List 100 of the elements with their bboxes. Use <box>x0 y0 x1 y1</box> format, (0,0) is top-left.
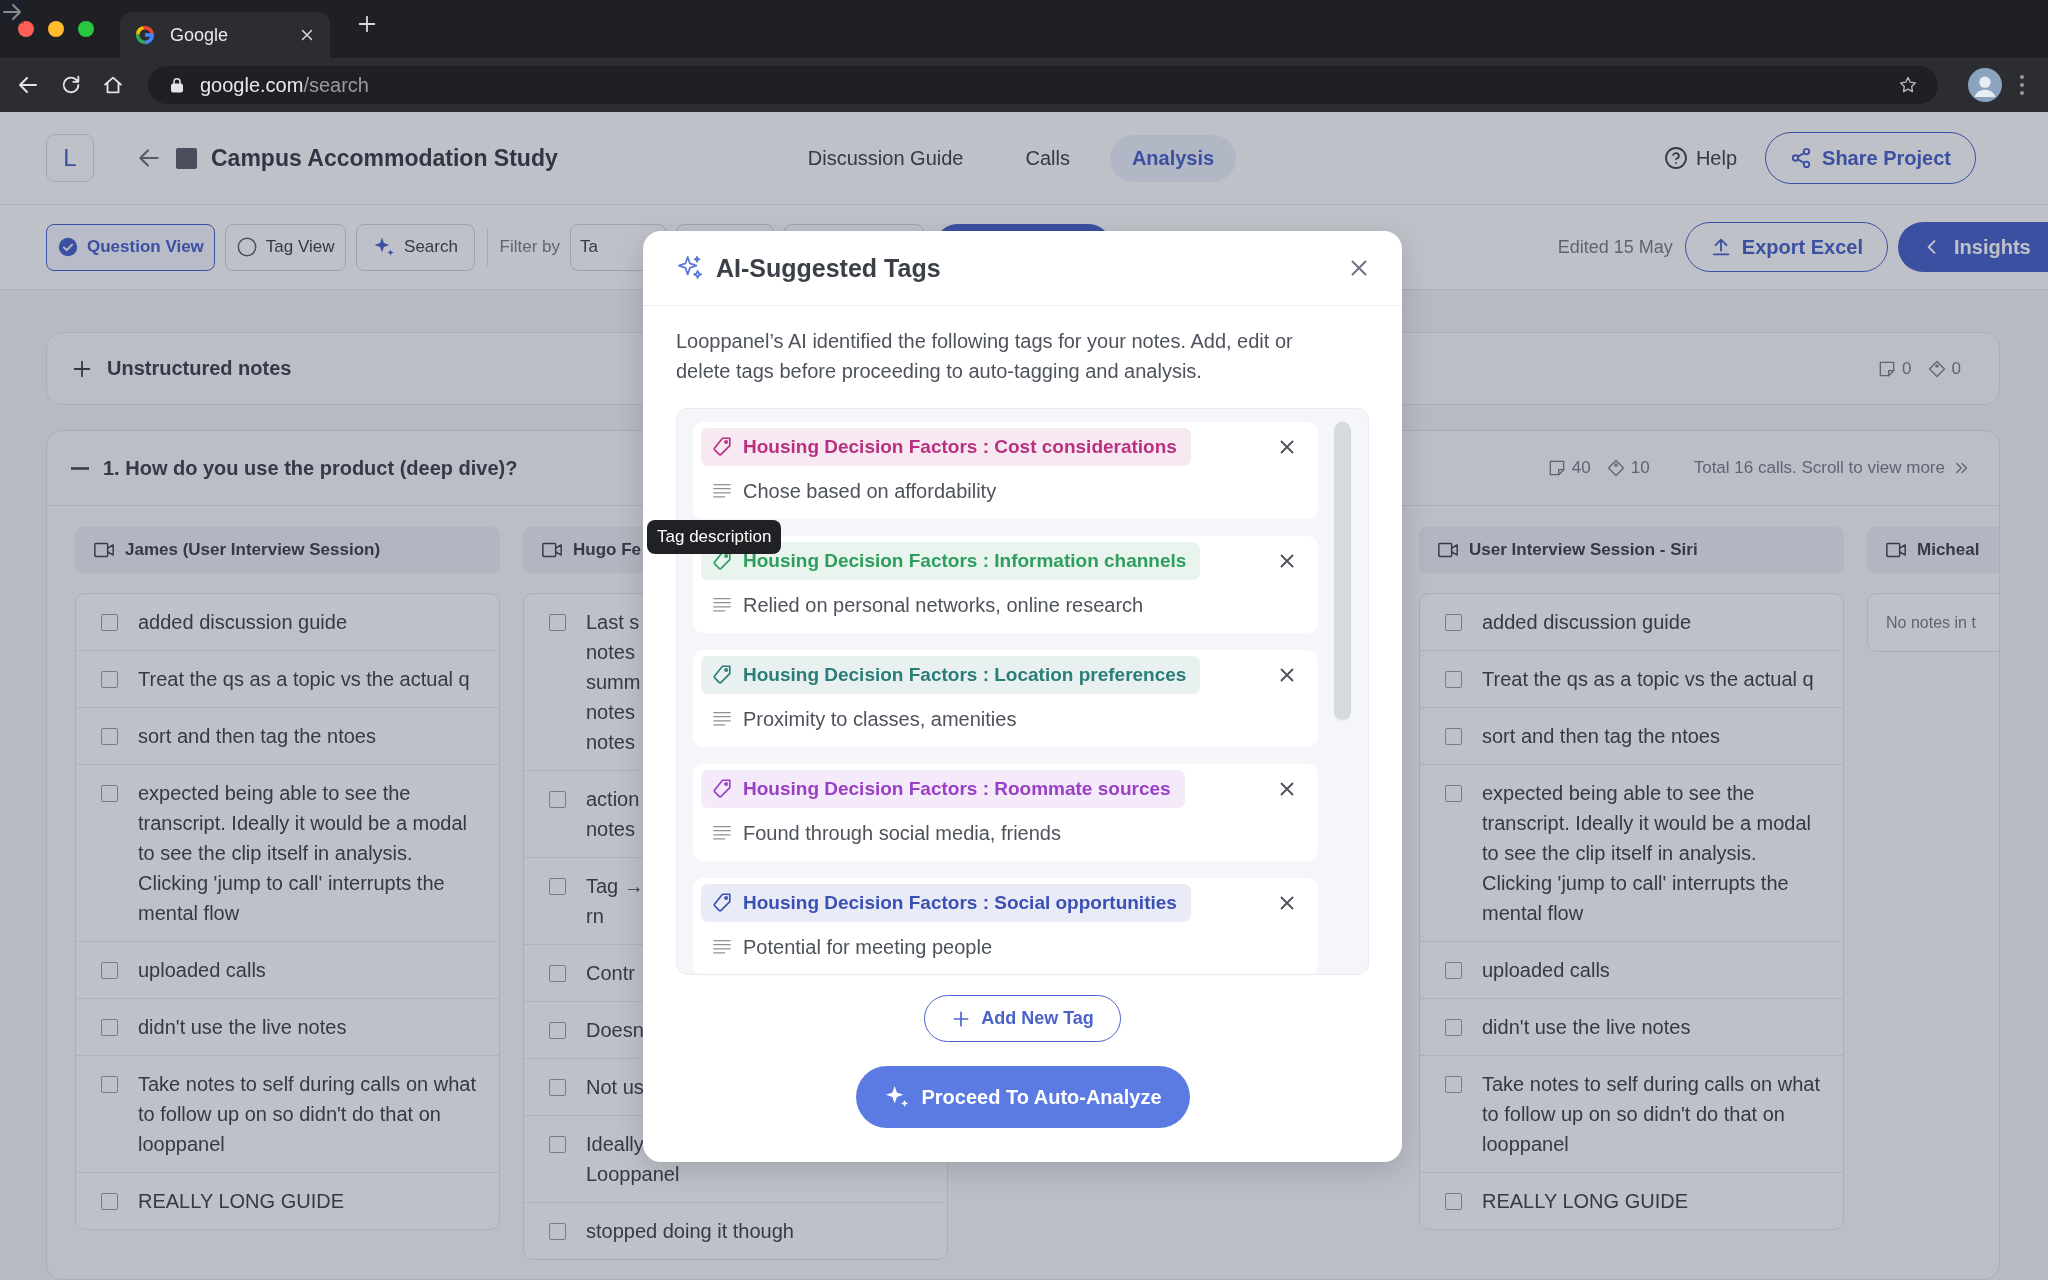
url-field[interactable]: google.com/search <box>148 66 1938 104</box>
section-title: Unstructured notes <box>107 357 292 380</box>
checkbox[interactable] <box>1445 1076 1462 1093</box>
nav-tab[interactable]: Discussion Guide <box>785 134 986 182</box>
add-tag-button[interactable]: Add New Tag <box>924 995 1121 1042</box>
note-text: Take notes to self during calls on what to follow up on so didn't do that on looppanel <box>138 1072 476 1157</box>
maximize-window-button[interactable] <box>78 21 94 37</box>
view-toggle[interactable]: Question View <box>46 223 215 271</box>
avatar-icon <box>1968 68 2002 102</box>
bookmark-star-icon <box>1898 75 1918 95</box>
note-text: Ideally Looppanel <box>586 1132 680 1187</box>
note-text: Treat the qs as a topic vs the actual q <box>1482 667 1814 692</box>
logo[interactable]: L <box>46 134 94 182</box>
nav-tab[interactable]: Analysis <box>1109 134 1237 182</box>
checkbox[interactable] <box>101 728 118 745</box>
tag-description: Chose based on affordability <box>743 479 997 504</box>
call-header[interactable]: James (User Interview Session) <box>75 527 500 573</box>
proceed-button[interactable]: Proceed To Auto-Analyze <box>855 1066 1190 1128</box>
tag-icon <box>711 664 733 686</box>
tag-chip[interactable]: Housing Decision Factors : Location preferences <box>701 656 1201 694</box>
tag-icon <box>1926 358 1947 379</box>
checkbox[interactable] <box>101 785 118 802</box>
share-icon <box>1790 147 1813 169</box>
checkbox[interactable] <box>1445 728 1462 745</box>
minimize-window-button[interactable] <box>48 21 64 37</box>
tag-description: Potential for meeting people <box>743 935 993 960</box>
note-text: sort and then tag the ntoes <box>1482 724 1720 749</box>
url-text: google.com/search <box>200 73 369 97</box>
checkbox[interactable] <box>549 965 566 982</box>
checkbox[interactable] <box>549 1079 566 1096</box>
edited-date: Edited 15 May <box>1557 236 1673 258</box>
checkbox[interactable] <box>549 1136 566 1153</box>
dialog-title: AI-Suggested Tags <box>716 253 941 283</box>
checkbox[interactable] <box>549 878 566 895</box>
scrollbar-thumb[interactable] <box>1334 422 1351 720</box>
note-text: added discussion guide <box>138 610 348 635</box>
call-header[interactable]: Micheal <box>1867 527 1999 573</box>
checkbox[interactable] <box>101 1019 118 1036</box>
sparkle-icon <box>676 254 704 282</box>
tooltip: Tag description <box>647 520 782 554</box>
checkbox[interactable] <box>101 614 118 631</box>
checkbox[interactable] <box>549 1223 566 1240</box>
checkbox[interactable] <box>1445 1019 1462 1036</box>
tags-count: 0 <box>1951 358 1961 379</box>
checkbox[interactable] <box>1445 962 1462 979</box>
checkbox[interactable] <box>1445 614 1462 631</box>
checkbox[interactable] <box>549 614 566 631</box>
tag-icon <box>1605 458 1626 478</box>
note-text: action notes <box>586 787 640 842</box>
tag-chip[interactable]: Housing Decision Factors : Social opportunities <box>701 884 1191 922</box>
checkbox[interactable] <box>1445 785 1462 802</box>
checkbox[interactable] <box>549 1022 566 1039</box>
note-text: didn't use the live notes <box>1482 1015 1691 1040</box>
project-title: Campus Accommodation Study <box>211 144 558 172</box>
call-name: Hugo Fe <box>573 540 641 560</box>
square-icon <box>176 147 197 169</box>
note-text: Treat the qs as a topic vs the actual q <box>138 667 470 692</box>
check-circle-icon <box>57 236 79 258</box>
tag-description: Found through social media, friends <box>743 821 1061 846</box>
checkbox[interactable] <box>1445 1193 1462 1210</box>
tags-count: 10 <box>1630 458 1650 478</box>
browser-tab[interactable]: Google <box>120 12 330 58</box>
call-header[interactable]: User Interview Session - Siri <box>1419 527 1844 573</box>
close-window-button[interactable] <box>18 21 34 37</box>
empty-notes-message: No notes in t <box>1867 593 1999 652</box>
checkbox[interactable] <box>101 1076 118 1093</box>
note-text: REALLY LONG GUIDE <box>1482 1189 1688 1214</box>
tag-icon <box>711 778 733 800</box>
search-button[interactable]: Search <box>355 223 475 271</box>
help-button[interactable]: Help <box>1663 146 1738 170</box>
tag-description: Proximity to classes, amenities <box>743 707 1017 732</box>
tag-chip[interactable]: Housing Decision Factors : Cost considerations <box>701 428 1191 466</box>
note-text: sort and then tag the ntoes <box>138 724 376 749</box>
new-tab-icon <box>356 13 378 35</box>
menu-icon <box>2020 75 2024 95</box>
tag-chip[interactable]: Housing Decision Factors : Roommate sources <box>701 770 1185 808</box>
dialog-description: Looppanel’s AI identified the following tags for your notes. Add, edit or delete tags before proceeding to auto-tagging and analysis. <box>676 329 1294 384</box>
question-title: 1. How do you use the product (deep dive)? <box>103 456 518 480</box>
share-button[interactable]: Share Project <box>1765 132 1976 184</box>
checkbox[interactable] <box>1445 671 1462 688</box>
favicon-icon <box>134 24 156 46</box>
nav-tab[interactable]: Calls <box>1003 134 1092 182</box>
tag-description: Relied on personal networks, online research <box>743 593 1144 618</box>
checkbox[interactable] <box>101 962 118 979</box>
call-name: Micheal <box>1917 540 1980 560</box>
checkbox[interactable] <box>101 1193 118 1210</box>
note-text: expected being able to see the transcript. Ideally it would be a modal to see the clip itself in analysis. Clicking 'jump to call' interrupts the mental flow <box>1482 781 1813 926</box>
call-name: User Interview Session - Siri <box>1469 540 1698 560</box>
checkbox[interactable] <box>101 671 118 688</box>
note-text: Contr <box>586 961 635 986</box>
reload-icon <box>60 74 82 96</box>
checkbox[interactable] <box>549 791 566 808</box>
export-button[interactable]: Export Excel <box>1684 222 1888 272</box>
note-text: REALLY LONG GUIDE <box>138 1189 344 1214</box>
view-toggle[interactable]: Tag View <box>224 223 346 271</box>
note-text: didn't use the live notes <box>138 1015 347 1040</box>
insights-button[interactable]: Insights <box>1898 222 2048 272</box>
scroll-hint: Total 16 calls. Scroll to view more <box>1693 458 1945 478</box>
note-text: Last s notes summ notes notes <box>586 610 641 755</box>
note-text: uploaded calls <box>138 958 266 983</box>
